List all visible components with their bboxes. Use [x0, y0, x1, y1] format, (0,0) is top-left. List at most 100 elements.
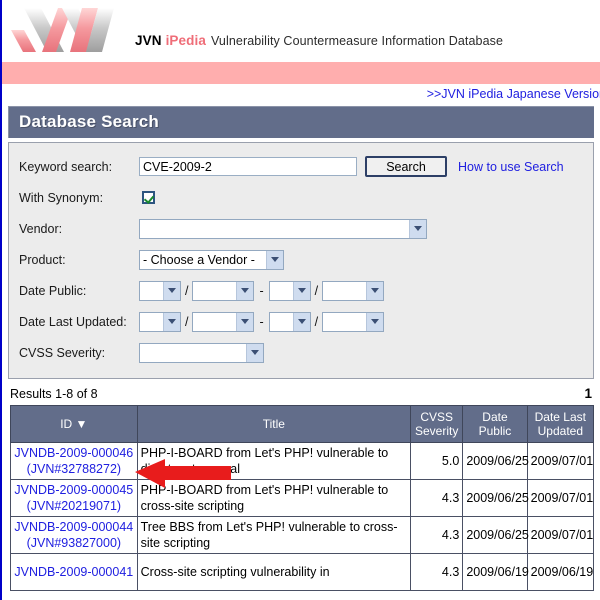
cvss-header-line2: Severity — [415, 424, 458, 438]
vendor-label: Vendor: — [19, 222, 139, 236]
column-header-title-label: Title — [263, 417, 285, 431]
vuln-id-link[interactable]: JVNDB-2009-000044 — [14, 520, 133, 534]
date-public-label: Date Public: — [19, 284, 139, 298]
jvn-zigzag-logo-icon — [6, 6, 126, 56]
row-id-cell[interactable]: JVNDB-2009-000044 (JVN#93827000) — [11, 517, 138, 554]
how-to-use-search-link[interactable]: How to use Search — [458, 160, 564, 174]
brand-title: JVN iPedia Vulnerability Countermeasure In… — [135, 33, 503, 48]
search-button[interactable]: Search — [365, 156, 447, 177]
date-public-header-line1: Date — [482, 410, 507, 424]
date-public-from-year-select[interactable] — [139, 281, 181, 301]
decorative-pink-band — [2, 62, 600, 84]
results-bar: Results 1-8 of 8 1 — [10, 386, 592, 401]
chevron-down-icon — [366, 282, 383, 300]
column-header-title[interactable]: Title — [137, 406, 410, 443]
japanese-version-link[interactable]: >>JVN iPedia Japanese Version — [427, 87, 600, 101]
row-title-cell: Cross-site scripting vulnerability in — [137, 554, 410, 591]
brand-ipedia: iPedia — [166, 33, 206, 48]
row-date-updated-cell: 2009/07/01 — [527, 480, 593, 517]
keyword-row: Keyword search: Search How to use Search — [19, 151, 583, 182]
chevron-down-icon — [163, 282, 180, 300]
date-public-from-month-select[interactable] — [192, 281, 254, 301]
cvss-header-line1: CVSS — [420, 410, 453, 424]
row-date-public-cell: 2009/06/19 — [463, 554, 527, 591]
vendor-select[interactable] — [139, 219, 427, 239]
product-select[interactable]: - Choose a Vendor - — [139, 250, 284, 270]
chevron-down-icon — [293, 282, 310, 300]
row-date-public-cell: 2009/06/25 — [463, 443, 527, 480]
brand-jvn: JVN — [135, 33, 162, 48]
jvn-id-link[interactable]: (JVN#20219071) — [14, 498, 134, 514]
chevron-down-icon — [163, 313, 180, 331]
row-cvss-cell: 4.3 — [411, 554, 463, 591]
page-root: JVN iPedia Vulnerability Countermeasure In… — [0, 0, 600, 600]
table-row[interactable]: JVNDB-2009-000041 Cross-site scripting v… — [11, 554, 594, 591]
brand-tagline: Vulnerability Countermeasure Information… — [211, 34, 503, 48]
row-cvss-cell: 4.3 — [411, 517, 463, 554]
vuln-id-link[interactable]: JVNDB-2009-000045 — [14, 483, 133, 497]
date-updated-from-year-select[interactable] — [139, 312, 181, 332]
vendor-row: Vendor: — [19, 213, 583, 244]
date-updated-to-month-select[interactable] — [322, 312, 384, 332]
date-separator: / — [311, 315, 322, 329]
keyword-label: Keyword search: — [19, 160, 139, 174]
results-table-body: JVNDB-2009-000046 (JVN#32788272) PHP-I-B… — [11, 443, 594, 591]
row-cvss-cell: 5.0 — [411, 443, 463, 480]
date-public-header-line2: Public — [479, 424, 512, 438]
row-id-cell[interactable]: JVNDB-2009-000041 — [11, 554, 138, 591]
synonym-label: With Synonym: — [19, 191, 139, 205]
date-updated-from-month-select[interactable] — [192, 312, 254, 332]
row-id-cell[interactable]: JVNDB-2009-000045 (JVN#20219071) — [11, 480, 138, 517]
cvss-severity-row: CVSS Severity: — [19, 337, 583, 368]
column-header-date-updated[interactable]: Date Last Updated — [527, 406, 593, 443]
date-separator: / — [181, 284, 192, 298]
sort-descending-triangle-icon[interactable]: ▼ — [76, 417, 88, 431]
jvn-id-link[interactable]: (JVN#93827000) — [14, 535, 134, 551]
chevron-down-icon — [236, 282, 253, 300]
row-date-public-cell: 2009/06/25 — [463, 480, 527, 517]
date-updated-label: Date Last Updated: — [19, 315, 139, 329]
date-updated-to-year-select[interactable] — [269, 312, 311, 332]
column-header-cvss-severity[interactable]: CVSS Severity — [411, 406, 463, 443]
chevron-down-icon — [293, 313, 310, 331]
table-row[interactable]: JVNDB-2009-000046 (JVN#32788272) PHP-I-B… — [11, 443, 594, 480]
column-header-date-public[interactable]: Date Public — [463, 406, 527, 443]
table-row[interactable]: JVNDB-2009-000045 (JVN#20219071) PHP-I-B… — [11, 480, 594, 517]
date-public-row: Date Public: / - / — [19, 275, 583, 306]
date-separator: / — [311, 284, 322, 298]
section-title-wrap: Database Search — [2, 106, 600, 138]
pagination-page-1[interactable]: 1 — [584, 386, 592, 401]
vuln-id-link[interactable]: JVNDB-2009-000046 — [14, 446, 133, 460]
date-updated-row: Date Last Updated: / - / — [19, 306, 583, 337]
cvss-severity-select[interactable] — [139, 343, 264, 363]
site-header: JVN iPedia Vulnerability Countermeasure In… — [2, 0, 600, 62]
row-title-cell: PHP-I-BOARD from Let's PHP! vulnerable t… — [137, 443, 410, 480]
date-public-to-year-select[interactable] — [269, 281, 311, 301]
with-synonym-checkbox[interactable] — [142, 191, 155, 204]
row-date-public-cell: 2009/06/25 — [463, 517, 527, 554]
search-form-panel: Keyword search: Search How to use Search… — [8, 142, 594, 379]
row-id-cell[interactable]: JVNDB-2009-000046 (JVN#32788272) — [11, 443, 138, 480]
results-summary: Results 1-8 of 8 — [10, 387, 98, 401]
search-input[interactable] — [139, 157, 357, 176]
product-row: Product: - Choose a Vendor - — [19, 244, 583, 275]
cvss-severity-label: CVSS Severity: — [19, 346, 139, 360]
chevron-down-icon — [236, 313, 253, 331]
chevron-down-icon — [409, 220, 426, 238]
table-row[interactable]: JVNDB-2009-000044 (JVN#93827000) Tree BB… — [11, 517, 594, 554]
range-separator: - — [254, 284, 268, 298]
row-title-cell: PHP-I-BOARD from Let's PHP! vulnerable t… — [137, 480, 410, 517]
vuln-id-link[interactable]: JVNDB-2009-000041 — [14, 565, 133, 579]
table-header-row: ID ▼ Title CVSS Severity Date Public Dat… — [11, 406, 594, 443]
date-public-to-month-select[interactable] — [322, 281, 384, 301]
product-select-value: - Choose a Vendor - — [143, 253, 255, 267]
column-header-id-label: ID — [60, 417, 72, 431]
synonym-row: With Synonym: — [19, 182, 583, 213]
chevron-down-icon — [246, 344, 263, 362]
row-cvss-cell: 4.3 — [411, 480, 463, 517]
row-date-updated-cell: 2009/07/01 — [527, 443, 593, 480]
product-label: Product: — [19, 253, 139, 267]
jvn-id-link[interactable]: (JVN#32788272) — [14, 461, 134, 477]
date-updated-header-line1: Date Last — [535, 410, 586, 424]
column-header-id[interactable]: ID ▼ — [11, 406, 138, 443]
